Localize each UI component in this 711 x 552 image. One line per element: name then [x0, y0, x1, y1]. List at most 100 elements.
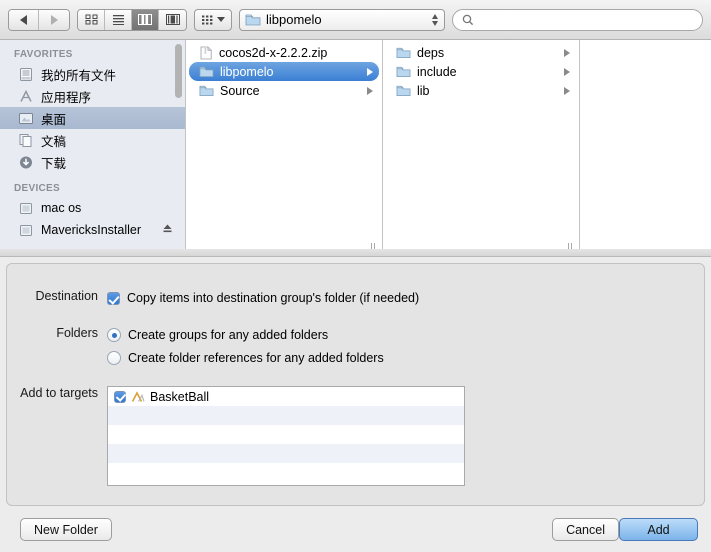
coverflow-view-icon: [165, 14, 180, 25]
browser-item-label: deps: [417, 45, 445, 60]
sidebar-item-all-my-files[interactable]: 我的所有文件: [0, 63, 185, 85]
disclosure-arrow-icon: [367, 67, 373, 76]
browser-item-cocos2d-zip[interactable]: cocos2d-x-2.2.2.zip: [189, 43, 379, 62]
navigation-buttons[interactable]: [8, 8, 70, 31]
sidebar-item-downloads[interactable]: 下载: [0, 151, 185, 173]
forward-arrow-icon: [50, 14, 58, 25]
open-panel-sheet: libpomelo FAVORITES 我的所有文件 应用程序 桌面 文稿 下载…: [0, 0, 711, 552]
all-my-files-icon: [20, 67, 32, 81]
list-view-button[interactable]: [105, 9, 132, 30]
disk-icon: [20, 202, 32, 214]
sidebar-item-label: 下载: [41, 156, 67, 171]
disclosure-arrow-icon: [564, 67, 570, 76]
targets-list[interactable]: BasketBall: [107, 386, 465, 486]
path-popup-button[interactable]: libpomelo: [239, 8, 445, 31]
arrange-button[interactable]: [194, 8, 232, 31]
browser-bottom-edge: [0, 249, 711, 257]
create-references-option[interactable]: Create folder references for any added f…: [107, 349, 384, 367]
column-view-icon: [138, 14, 152, 25]
sidebar-item-applications[interactable]: 应用程序: [0, 85, 185, 107]
copy-items-option[interactable]: Copy items into destination group's fold…: [107, 289, 419, 307]
browser-item-source[interactable]: Source: [189, 81, 379, 100]
search-input[interactable]: [479, 12, 693, 27]
back-button[interactable]: [9, 9, 39, 30]
sidebar-item-label: mac os: [41, 201, 82, 215]
sidebar-item-desktop[interactable]: 桌面: [0, 107, 185, 129]
list-view-icon: [112, 15, 124, 25]
sidebar-item-mavericksinstaller[interactable]: MavericksInstaller: [0, 219, 185, 241]
targets-row: Add to targets BasketBall: [7, 386, 704, 486]
sidebar-scrollbar[interactable]: [175, 44, 182, 98]
view-mode-switcher[interactable]: [77, 8, 187, 31]
sidebar-section-favorites-title: FAVORITES: [14, 49, 73, 60]
toolbar: libpomelo: [0, 0, 711, 40]
forward-button[interactable]: [39, 9, 69, 30]
target-row-empty: [108, 444, 464, 463]
target-row-empty: [108, 463, 464, 482]
icon-view-button[interactable]: [78, 9, 105, 30]
disclosure-arrow-icon: [564, 48, 570, 57]
sidebar-section-devices-title: DEVICES: [14, 183, 61, 194]
downloads-icon: [20, 156, 32, 168]
bottom-button-bar: New Folder Cancel Add: [0, 506, 711, 552]
create-groups-option[interactable]: Create groups for any added folders: [107, 326, 384, 344]
sidebar-item-documents[interactable]: 文稿: [0, 129, 185, 151]
browser-item-libpomelo[interactable]: libpomelo: [189, 62, 379, 81]
create-groups-radio[interactable]: [107, 328, 121, 342]
disclosure-arrow-icon: [367, 86, 373, 95]
sidebar-item-mac-os[interactable]: mac os: [0, 197, 185, 219]
destination-label: Destination: [35, 289, 98, 303]
back-arrow-icon: [20, 14, 27, 25]
create-references-label: Create folder references for any added f…: [128, 351, 384, 365]
folder-icon: [396, 66, 411, 78]
browser-item-label: include: [417, 64, 457, 79]
folders-label: Folders: [56, 326, 98, 340]
sidebar-item-label: 应用程序: [41, 90, 92, 105]
browser-column-3: [580, 40, 711, 255]
create-groups-label: Create groups for any added folders: [128, 328, 329, 342]
create-references-radio[interactable]: [107, 351, 121, 365]
column-view-button[interactable]: [132, 9, 159, 30]
sidebar-item-label: 文稿: [41, 134, 67, 149]
browser-item-label: cocos2d-x-2.2.2.zip: [219, 45, 328, 60]
stepper-down-icon: [432, 20, 438, 26]
destination-row: Destination Copy items into destination …: [7, 289, 704, 307]
sidebar-item-label: 桌面: [41, 112, 67, 127]
folder-icon: [396, 85, 411, 97]
path-popup-stepper[interactable]: [432, 13, 440, 26]
options-panel: Destination Copy items into destination …: [6, 263, 705, 506]
cancel-button[interactable]: Cancel: [552, 518, 619, 541]
folder-icon: [245, 14, 261, 26]
desktop-icon: [19, 112, 33, 124]
applications-icon: [20, 89, 32, 102]
coverflow-view-button[interactable]: [159, 9, 186, 30]
new-folder-button[interactable]: New Folder: [20, 518, 112, 541]
target-row-basketball[interactable]: BasketBall: [108, 387, 464, 406]
add-button[interactable]: Add: [619, 518, 698, 541]
chevron-down-icon: [217, 17, 225, 22]
sidebar-item-label: MavericksInstaller: [41, 223, 142, 237]
file-browser: FAVORITES 我的所有文件 应用程序 桌面 文稿 下载 DEVICES m…: [0, 40, 711, 255]
browser-item-label: Source: [220, 83, 260, 98]
browser-item-label: libpomelo: [220, 64, 274, 79]
icon-view-icon: [85, 14, 97, 25]
eject-icon[interactable]: [162, 223, 173, 237]
search-icon: [462, 14, 474, 25]
browser-column-1: cocos2d-x-2.2.2.zip libpomelo Source: [186, 40, 383, 255]
browser-item-lib[interactable]: lib: [386, 81, 576, 100]
target-checkbox[interactable]: [114, 390, 126, 403]
copy-items-checkbox[interactable]: [107, 291, 120, 305]
stepper-up-icon: [432, 13, 438, 19]
browser-item-deps[interactable]: deps: [386, 43, 576, 62]
browser-item-label: lib: [417, 83, 430, 98]
browser-item-include[interactable]: include: [386, 62, 576, 81]
target-row-empty: [108, 406, 464, 425]
add-to-targets-label: Add to targets: [20, 386, 98, 400]
folder-icon: [199, 85, 214, 97]
path-popup-label: libpomelo: [266, 12, 322, 27]
documents-icon: [19, 133, 32, 147]
search-field[interactable]: [452, 8, 703, 31]
target-label: BasketBall: [150, 389, 210, 404]
target-row-empty: [108, 425, 464, 444]
zip-file-icon: [200, 46, 212, 59]
